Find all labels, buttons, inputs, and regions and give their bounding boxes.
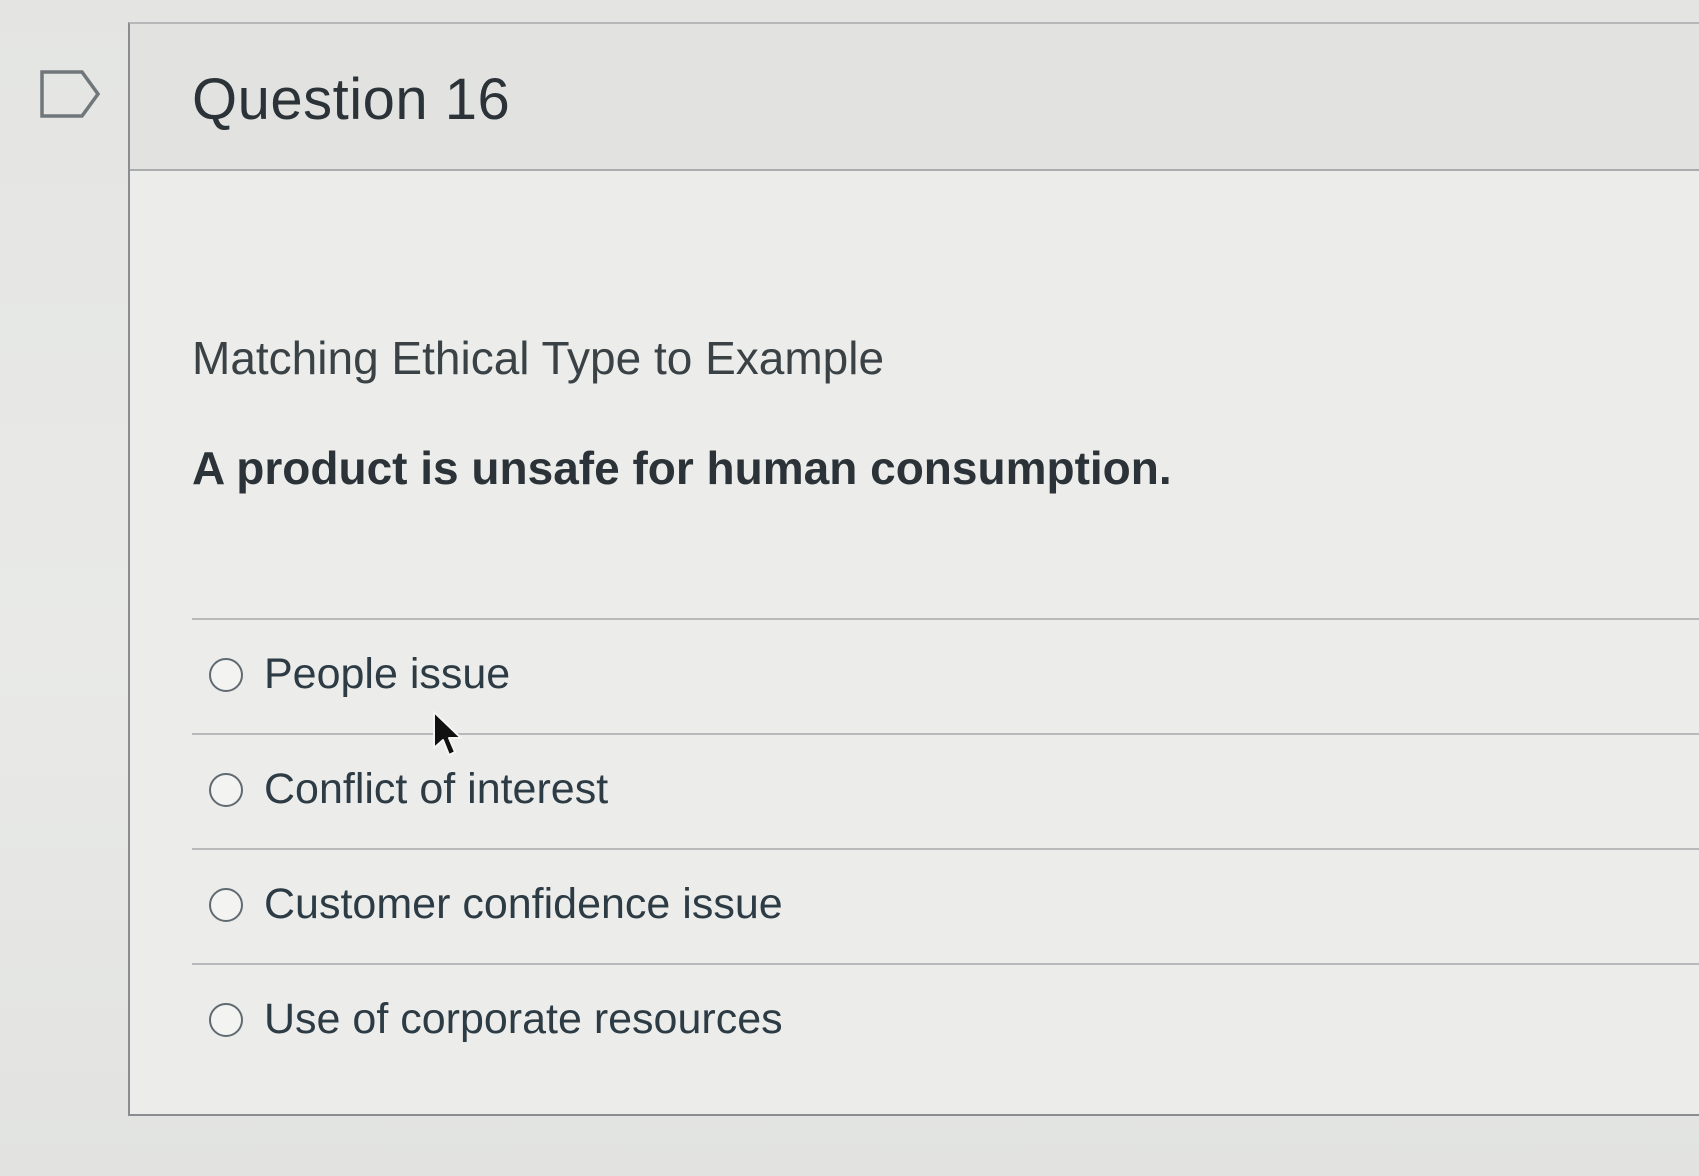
radio-button[interactable]: [209, 888, 243, 922]
answer-option-conflict-of-interest[interactable]: Conflict of interest: [192, 735, 1699, 850]
question-title: Question 16: [192, 67, 511, 132]
answer-option-people-issue[interactable]: People issue: [192, 620, 1699, 735]
answer-option-use-of-corporate-resources[interactable]: Use of corporate resources: [192, 965, 1699, 1078]
radio-button[interactable]: [209, 1003, 243, 1037]
answer-label[interactable]: Use of corporate resources: [264, 995, 783, 1044]
radio-button[interactable]: [209, 658, 243, 692]
answer-label[interactable]: Customer confidence issue: [264, 880, 783, 929]
answer-option-customer-confidence-issue[interactable]: Customer confidence issue: [192, 850, 1699, 965]
question-prompt-title: Matching Ethical Type to Example: [192, 332, 885, 384]
answer-list: People issue Conflict of interest Custom…: [192, 618, 1699, 1078]
radio-button[interactable]: [209, 773, 243, 807]
answer-label[interactable]: People issue: [264, 650, 510, 699]
question-card: Question 16 Matching Ethical Type to Exa…: [128, 22, 1699, 1116]
flag-question-icon[interactable]: [40, 70, 102, 118]
question-prompt-text: A product is unsafe for human consumptio…: [192, 442, 1172, 494]
question-header: Question 16: [130, 24, 1699, 171]
answer-label[interactable]: Conflict of interest: [264, 765, 608, 814]
mouse-pointer-icon: [433, 711, 462, 756]
quiz-page: Question 16 Matching Ethical Type to Exa…: [0, 0, 1699, 1176]
